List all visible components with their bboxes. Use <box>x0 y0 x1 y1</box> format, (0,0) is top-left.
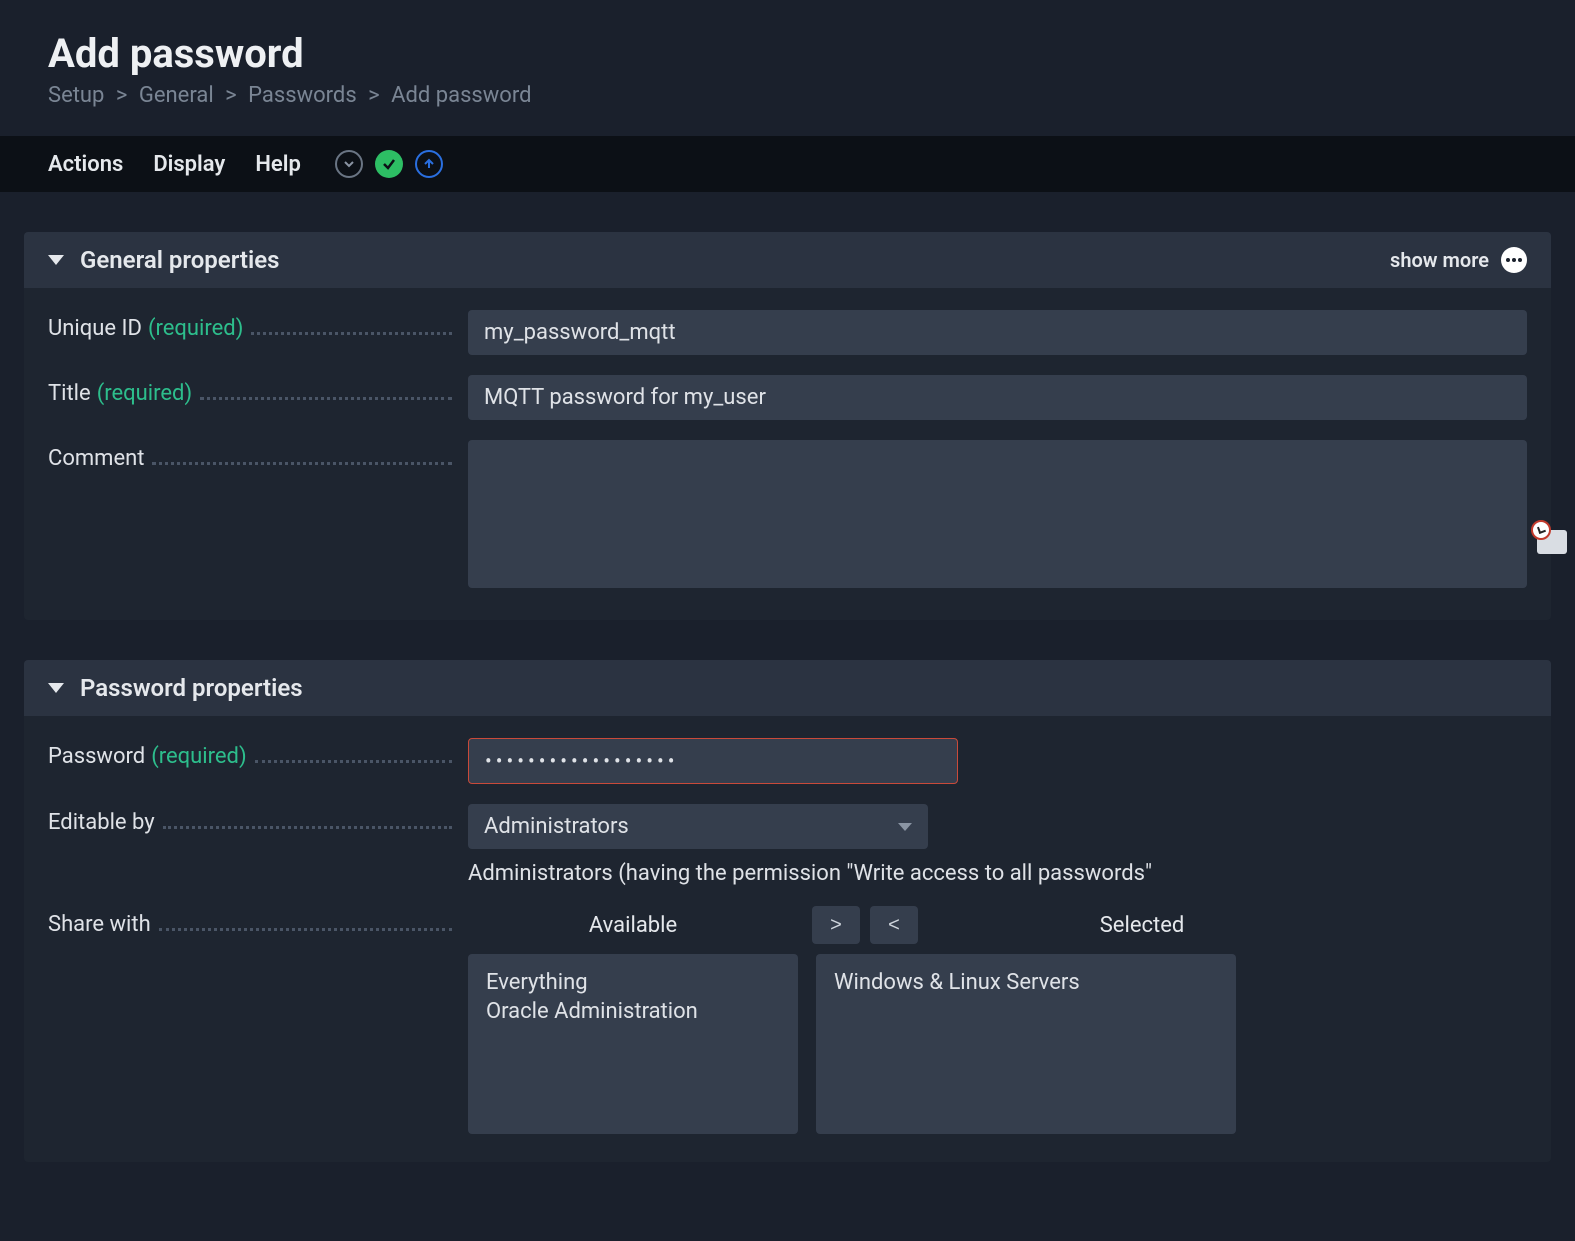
label-title: Title (required) <box>48 375 468 406</box>
comment-input[interactable] <box>468 440 1527 588</box>
panel-title: General properties <box>80 246 280 274</box>
menu-display[interactable]: Display <box>153 152 225 177</box>
show-more-button[interactable]: show more <box>1390 247 1527 273</box>
breadcrumb: Setup > General > Passwords > Add passwo… <box>48 83 1527 108</box>
breadcrumb-item[interactable]: Passwords <box>248 83 357 108</box>
available-list[interactable]: Everything Oracle Administration <box>468 954 798 1134</box>
show-more-label: show more <box>1390 248 1489 272</box>
toolbar: Actions Display Help <box>0 136 1575 192</box>
pending-changes-icon[interactable] <box>1537 530 1567 554</box>
available-header: Available <box>468 907 798 944</box>
label-unique-id: Unique ID (required) <box>48 310 468 341</box>
breadcrumb-separator: > <box>362 83 386 108</box>
breadcrumb-item[interactable]: Setup <box>48 83 104 108</box>
menu-actions[interactable]: Actions <box>48 152 123 177</box>
panel-password-properties: Password properties Password (required) <box>24 660 1551 1162</box>
unique-id-input[interactable] <box>468 310 1527 355</box>
save-icon[interactable] <box>375 150 403 178</box>
breadcrumb-item[interactable]: General <box>139 83 214 108</box>
panel-header[interactable]: General properties show more <box>24 232 1551 288</box>
label-comment: Comment <box>48 440 468 471</box>
label-password: Password (required) <box>48 738 468 769</box>
move-right-button[interactable]: > <box>812 906 860 944</box>
list-item[interactable]: Windows & Linux Servers <box>834 968 1218 997</box>
collapse-caret-icon <box>48 255 64 265</box>
dropdown-icon[interactable] <box>335 150 363 178</box>
title-input[interactable] <box>468 375 1527 420</box>
upload-icon[interactable] <box>415 150 443 178</box>
selected-list[interactable]: Windows & Linux Servers <box>816 954 1236 1134</box>
selected-header: Selected <box>932 907 1352 944</box>
share-with-dual-list: Available > < Selected Everything Oracle… <box>468 906 1527 1134</box>
password-input[interactable] <box>468 738 958 784</box>
list-item[interactable]: Oracle Administration <box>486 997 780 1026</box>
move-left-button[interactable]: < <box>870 906 918 944</box>
label-share-with: Share with <box>48 906 468 937</box>
menu-help[interactable]: Help <box>255 152 301 177</box>
panel-title: Password properties <box>80 674 303 702</box>
editable-by-hint: Administrators (having the permission "W… <box>468 861 1527 886</box>
panel-header[interactable]: Password properties <box>24 660 1551 716</box>
label-editable-by: Editable by <box>48 804 468 835</box>
collapse-caret-icon <box>48 683 64 693</box>
page-title: Add password <box>48 30 1527 77</box>
breadcrumb-separator: > <box>219 83 243 108</box>
more-dots-icon <box>1501 247 1527 273</box>
list-item[interactable]: Everything <box>486 968 780 997</box>
panel-general-properties: General properties show more Unique ID (… <box>24 232 1551 620</box>
editable-by-select[interactable]: Administrators <box>468 804 928 849</box>
breadcrumb-item[interactable]: Add password <box>391 83 531 108</box>
breadcrumb-separator: > <box>110 83 134 108</box>
